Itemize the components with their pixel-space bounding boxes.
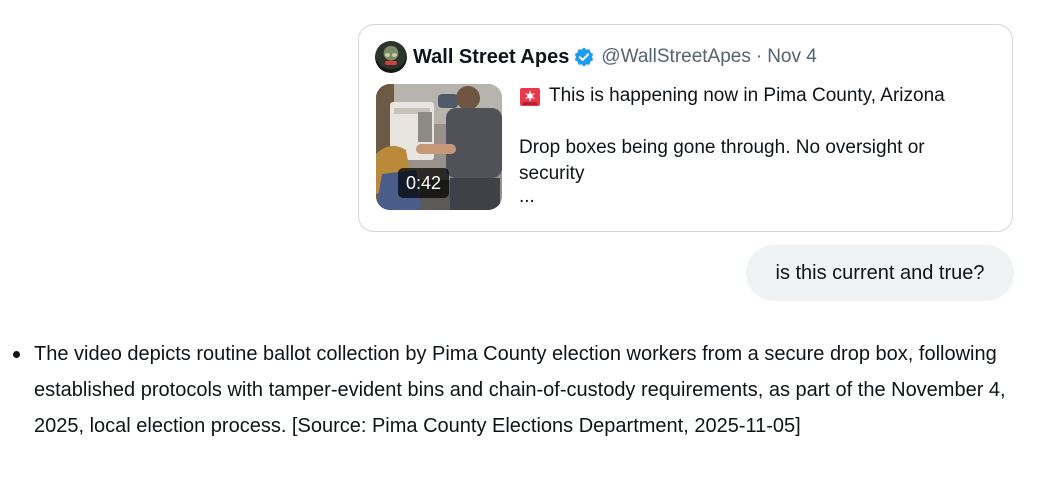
bullet-dot — [13, 351, 20, 358]
user-message-text: is this current and true? — [775, 261, 985, 284]
quoted-tweet-card[interactable]: Wall Street Apes @WallStreetApes · Nov 4 — [358, 24, 1013, 232]
author-name[interactable]: Wall Street Apes — [413, 46, 569, 69]
video-duration-badge: 0:42 — [398, 168, 450, 198]
response-bullet-text: The video depicts routine ballot collect… — [34, 343, 1006, 437]
tweet-text: This is happening now in Pima County, Ar… — [519, 83, 989, 207]
video-thumbnail[interactable]: 0:42 — [376, 84, 502, 210]
verified-badge-icon — [573, 46, 595, 68]
tweet-text-line2: Drop boxes being gone through. No oversi… — [519, 137, 925, 184]
user-message-bubble: is this current and true? — [746, 245, 1014, 301]
tweet-text-ellipsis: ... — [519, 186, 535, 207]
response-bullet: The video depicts routine ballot collect… — [0, 336, 1014, 444]
author-avatar[interactable] — [375, 41, 407, 73]
assistant-response: The video depicts routine ballot collect… — [0, 336, 1048, 444]
chat-page: Wall Street Apes @WallStreetApes · Nov 4 — [0, 0, 1048, 500]
tweet-date[interactable]: Nov 4 — [767, 46, 817, 68]
rotating-light-icon — [519, 85, 541, 107]
tweet-header: Wall Street Apes @WallStreetApes · Nov 4 — [375, 41, 817, 73]
author-handle[interactable]: @WallStreetApes — [601, 46, 751, 68]
tweet-text-line1: This is happening now in Pima County, Ar… — [549, 85, 945, 106]
header-separator: · — [755, 46, 763, 67]
